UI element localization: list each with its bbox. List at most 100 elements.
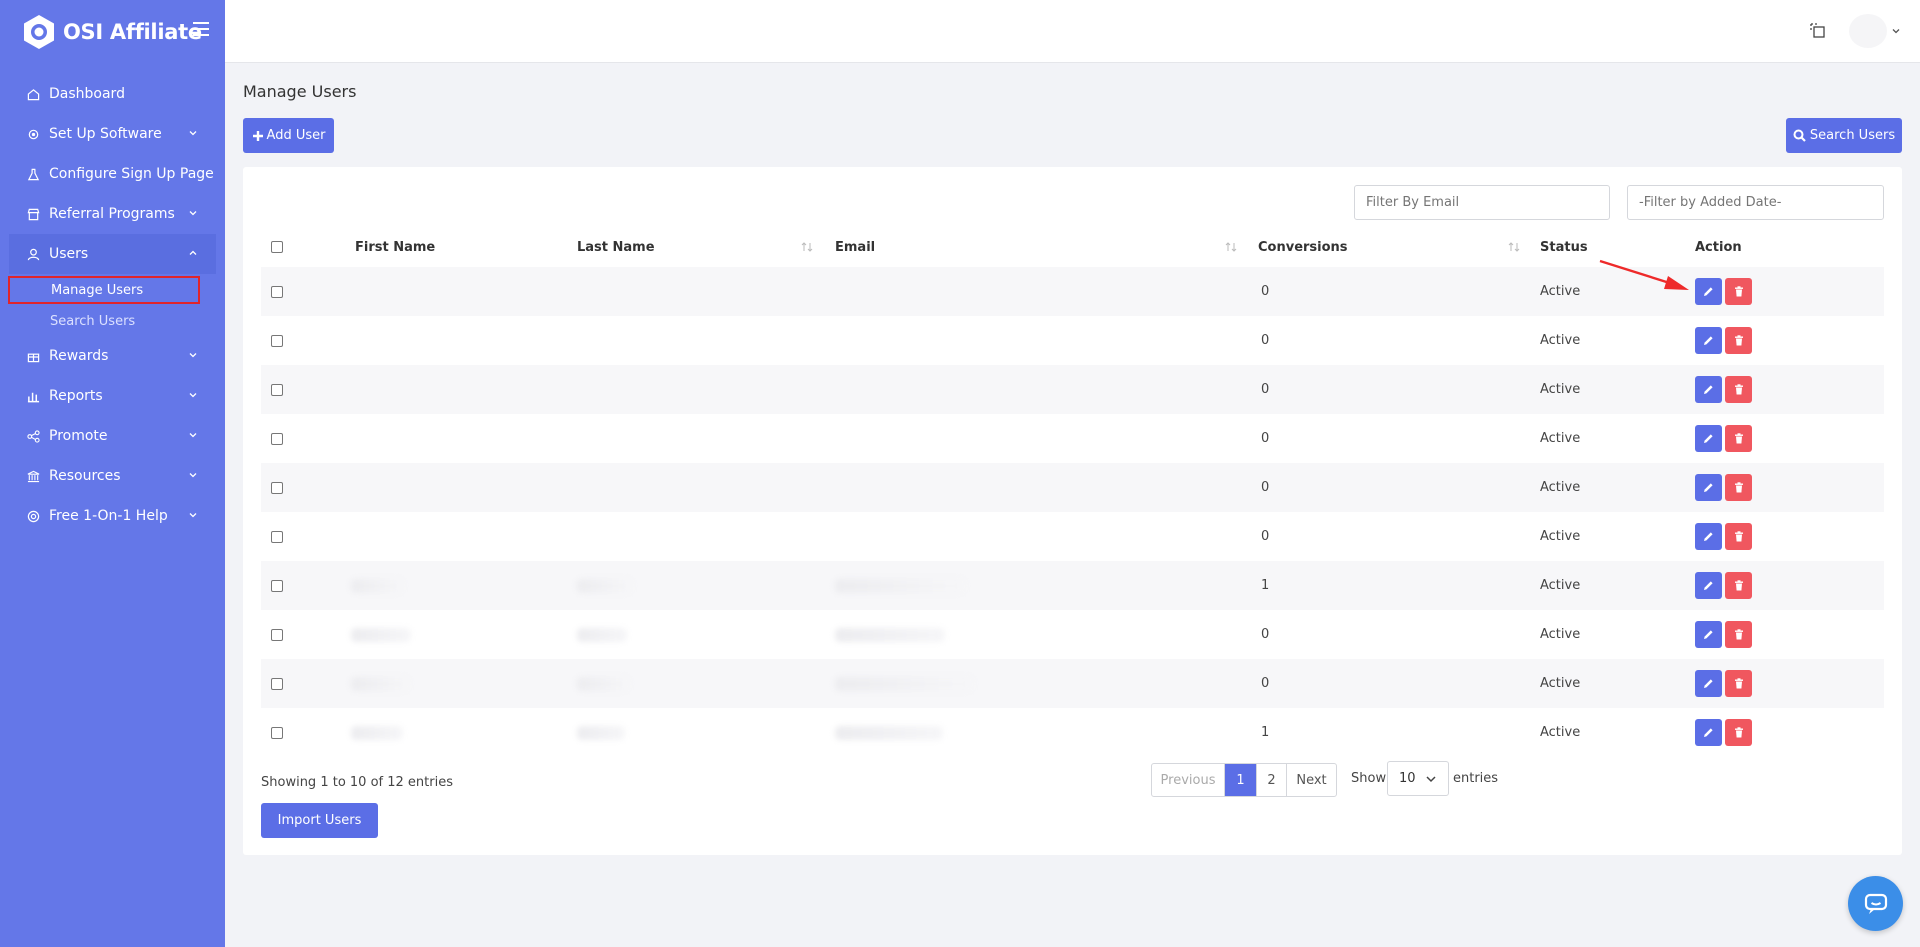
- sidebar-item-set-up-software[interactable]: Set Up Software: [0, 114, 225, 154]
- chevron-down-icon: [189, 131, 197, 136]
- sidebar-subitem-search-users[interactable]: Search Users: [0, 306, 225, 336]
- edit-button[interactable]: [1695, 572, 1722, 599]
- gift-icon: [26, 349, 40, 363]
- row-checkbox[interactable]: [271, 726, 283, 739]
- sidebar-item-reports[interactable]: Reports: [0, 376, 225, 416]
- redacted-last-name: [577, 676, 629, 691]
- redacted-email: [835, 725, 943, 740]
- row-checkbox[interactable]: [271, 285, 283, 298]
- table-row: 0 Active: [261, 365, 1884, 414]
- import-users-button[interactable]: Import Users: [261, 803, 378, 838]
- row-checkbox[interactable]: [271, 383, 283, 396]
- sidebar-item-promote[interactable]: Promote: [0, 416, 225, 456]
- home-icon: [26, 87, 40, 101]
- delete-button[interactable]: [1725, 670, 1752, 697]
- edit-button[interactable]: [1695, 425, 1722, 452]
- avatar[interactable]: [1849, 14, 1887, 48]
- delete-button[interactable]: [1725, 523, 1752, 550]
- filter-email-input[interactable]: [1354, 185, 1610, 220]
- gear-icon: [26, 127, 40, 141]
- fullscreen-icon[interactable]: [1810, 23, 1826, 39]
- edit-button[interactable]: [1695, 327, 1722, 354]
- delete-button[interactable]: [1725, 278, 1752, 305]
- logo[interactable]: OSI Affiliate: [0, 0, 225, 64]
- edit-button[interactable]: [1695, 621, 1722, 648]
- select-all-checkbox[interactable]: [271, 241, 283, 253]
- edit-button[interactable]: [1695, 719, 1722, 746]
- menu-toggle-icon[interactable]: [193, 22, 209, 36]
- row-checkbox[interactable]: [271, 677, 283, 690]
- table-row: 0 Active: [261, 659, 1884, 708]
- delete-button[interactable]: [1725, 376, 1752, 403]
- sidebar-subitem-manage-users[interactable]: Manage Users: [8, 276, 200, 304]
- logo-icon: [24, 15, 54, 49]
- conversions-cell: 1: [1261, 578, 1270, 593]
- status-cell: Active: [1540, 529, 1581, 544]
- table-row: 0 Active: [261, 463, 1884, 512]
- conversions-cell: 0: [1261, 382, 1270, 397]
- status-cell: Active: [1540, 284, 1581, 299]
- redacted-email: [835, 627, 945, 642]
- sort-icon[interactable]: [1508, 241, 1520, 253]
- annotation-arrow: [1599, 259, 1689, 290]
- edit-button[interactable]: [1695, 376, 1722, 403]
- column-header-email[interactable]: Email: [835, 240, 875, 255]
- sidebar-item-label: Configure Sign Up Page: [49, 166, 214, 182]
- delete-button[interactable]: [1725, 425, 1752, 452]
- sidebar-item-label: Resources: [49, 468, 121, 484]
- delete-button[interactable]: [1725, 621, 1752, 648]
- sidebar-item-configure-sign-up-page[interactable]: Configure Sign Up Page: [0, 154, 225, 194]
- pencil-icon: [1704, 385, 1713, 394]
- page-2-button[interactable]: 2: [1256, 764, 1286, 796]
- page-size-value: 10: [1399, 771, 1416, 786]
- column-header-first-name[interactable]: First Name: [355, 240, 435, 255]
- delete-button[interactable]: [1725, 572, 1752, 599]
- redacted-last-name: [577, 578, 632, 593]
- row-checkbox[interactable]: [271, 432, 283, 445]
- sidebar-item-dashboard[interactable]: Dashboard: [0, 74, 225, 114]
- chevron-down-icon: [189, 513, 197, 518]
- chevron-down-icon: [189, 433, 197, 438]
- next-page-button[interactable]: Next: [1286, 764, 1336, 796]
- column-header-status[interactable]: Status: [1540, 240, 1588, 255]
- pencil-icon: [1704, 532, 1713, 541]
- table-body: 0 Active 0 Active 0 Active 0 Active 0 Active 0 Acti…: [261, 267, 1884, 757]
- row-checkbox[interactable]: [271, 481, 283, 494]
- row-checkbox[interactable]: [271, 530, 283, 543]
- add-user-button[interactable]: Add User: [243, 118, 334, 153]
- app-name: OSI Affiliate: [63, 20, 202, 44]
- sidebar-item-free-help[interactable]: Free 1-On-1 Help: [0, 496, 225, 536]
- chevron-down-icon: [189, 473, 197, 478]
- show-label: Show: [1351, 771, 1387, 786]
- sidebar-item-rewards[interactable]: Rewards: [0, 336, 225, 376]
- column-header-last-name[interactable]: Last Name: [577, 240, 655, 255]
- edit-button[interactable]: [1695, 523, 1722, 550]
- page-1-button[interactable]: 1: [1224, 764, 1256, 796]
- sidebar-item-resources[interactable]: Resources: [0, 456, 225, 496]
- row-checkbox[interactable]: [271, 334, 283, 347]
- filter-date-input[interactable]: [1627, 185, 1884, 220]
- pencil-icon: [1704, 336, 1713, 345]
- table-row: 0 Active: [261, 316, 1884, 365]
- delete-button[interactable]: [1725, 327, 1752, 354]
- delete-button[interactable]: [1725, 474, 1752, 501]
- edit-button[interactable]: [1695, 474, 1722, 501]
- column-header-conversions[interactable]: Conversions: [1258, 240, 1348, 255]
- row-checkbox[interactable]: [271, 579, 283, 592]
- page-size-select[interactable]: 10: [1387, 761, 1449, 796]
- search-users-button[interactable]: Search Users: [1786, 118, 1902, 153]
- chevron-down-icon[interactable]: [1892, 27, 1900, 35]
- status-cell: Active: [1540, 382, 1581, 397]
- edit-button[interactable]: [1695, 278, 1722, 305]
- sort-icon[interactable]: [1225, 241, 1237, 253]
- pencil-icon: [1704, 679, 1713, 688]
- conversions-cell: 1: [1261, 725, 1270, 740]
- row-checkbox[interactable]: [271, 628, 283, 641]
- sidebar-item-referral-programs[interactable]: Referral Programs: [0, 194, 225, 234]
- previous-page-button[interactable]: Previous: [1152, 764, 1224, 796]
- sidebar-item-users[interactable]: Users: [9, 234, 216, 274]
- chat-button[interactable]: [1848, 876, 1903, 931]
- sort-icon[interactable]: [801, 241, 813, 253]
- delete-button[interactable]: [1725, 719, 1752, 746]
- edit-button[interactable]: [1695, 670, 1722, 697]
